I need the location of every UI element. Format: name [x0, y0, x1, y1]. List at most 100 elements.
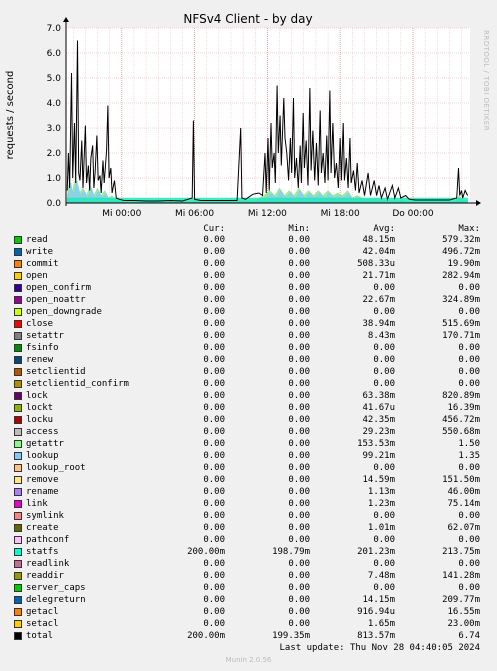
legend-row: lookup 0.00 0.00 99.21m 1.35 — [0, 450, 497, 462]
legend-label: getattr — [26, 439, 64, 449]
legend-label: setattr — [26, 331, 64, 341]
legend-swatch — [14, 464, 22, 472]
legend-min: 0.00 — [288, 583, 310, 593]
legend-min: 198.79m — [272, 547, 310, 557]
legend-cur: 0.00 — [203, 559, 225, 569]
legend-swatch — [14, 512, 22, 520]
legend-label: server_caps — [26, 583, 86, 593]
legend-swatch — [14, 236, 22, 244]
legend-swatch — [14, 596, 22, 604]
legend-max: 324.89m — [442, 295, 480, 305]
legend-min: 0.00 — [288, 391, 310, 401]
legend-swatch — [14, 380, 22, 388]
legend-label: locku — [26, 415, 54, 425]
legend-max: 515.69m — [442, 319, 480, 329]
y-tick-label: 0.0 — [47, 199, 62, 209]
x-tick-label: Mi 18:00 — [321, 209, 360, 219]
legend-label: read — [26, 235, 48, 245]
y-tick-label: 6.0 — [47, 49, 62, 59]
legend-avg: 0.00 — [373, 343, 395, 353]
legend-label: lookup_root — [26, 463, 86, 473]
legend-label: link — [26, 499, 48, 509]
legend-cur: 0.00 — [203, 475, 225, 485]
legend-min: 0.00 — [288, 319, 310, 329]
legend-cur: 0.00 — [203, 463, 225, 473]
legend-swatch — [14, 296, 22, 304]
plot-area — [66, 28, 470, 203]
x-tick-label: Mi 00:00 — [102, 209, 141, 219]
legend-max: 0.00 — [458, 355, 480, 365]
legend-max: 75.14m — [447, 499, 480, 509]
legend-min: 0.00 — [288, 379, 310, 389]
legend-cur: 0.00 — [203, 355, 225, 365]
legend-min: 0.00 — [288, 487, 310, 497]
legend-cur: 0.00 — [203, 487, 225, 497]
legend-min: 199.35m — [272, 631, 310, 641]
legend-max: 0.00 — [458, 307, 480, 317]
legend-avg: 916.94u — [357, 607, 395, 617]
legend-cur: 0.00 — [203, 619, 225, 629]
legend-row: delegreturn 0.00 0.00 14.15m 209.77m — [0, 594, 497, 606]
legend-avg: 41.67u — [362, 403, 395, 413]
legend-row: access 0.00 0.00 29.23m 550.68m — [0, 426, 497, 438]
legend-label: access — [26, 427, 59, 437]
legend-label: fsinfo — [26, 343, 59, 353]
legend-swatch — [14, 248, 22, 256]
legend-row: setattr 0.00 0.00 8.43m 170.71m — [0, 330, 497, 342]
x-tick-label: Mi 06:00 — [175, 209, 214, 219]
legend-row: lockt 0.00 0.00 41.67u 16.39m — [0, 402, 497, 414]
legend-min: 0.00 — [288, 535, 310, 545]
legend-swatch — [14, 404, 22, 412]
legend-cur: 0.00 — [203, 511, 225, 521]
legend-swatch — [14, 524, 22, 532]
chart-title: NFSv4 Client - by day — [183, 12, 312, 26]
y-axis-label: requests / second — [5, 71, 16, 160]
legend-row: rename 0.00 0.00 1.13m 46.00m — [0, 486, 497, 498]
legend-cur: 0.00 — [203, 523, 225, 533]
legend-avg: 8.43m — [367, 331, 395, 341]
legend-label: create — [26, 523, 59, 533]
legend-label: delegreturn — [26, 595, 86, 605]
legend-cur: 0.00 — [203, 307, 225, 317]
legend-cur: 0.00 — [203, 235, 225, 245]
legend-min: 0.00 — [288, 475, 310, 485]
legend-min: 0.00 — [288, 259, 310, 269]
legend-row: total 200.00m 199.35m 813.57m 6.74 — [0, 630, 497, 642]
legend-avg: 14.59m — [362, 475, 395, 485]
legend-max: 23.00m — [447, 619, 480, 629]
legend-cur: 0.00 — [203, 439, 225, 449]
legend-swatch — [14, 452, 22, 460]
legend-max: 282.94m — [442, 271, 480, 281]
legend-min: 0.00 — [288, 511, 310, 521]
legend-min: 0.00 — [288, 463, 310, 473]
legend-row: create 0.00 0.00 1.01m 62.07m — [0, 522, 497, 534]
x-tick-label: Mi 12:00 — [248, 209, 287, 219]
legend-min: 0.00 — [288, 559, 310, 569]
legend-avg: 0.00 — [373, 559, 395, 569]
legend-swatch — [14, 548, 22, 556]
legend-label: lock — [26, 391, 48, 401]
legend-avg: 0.00 — [373, 463, 395, 473]
legend-max: 16.39m — [447, 403, 480, 413]
legend-swatch — [14, 620, 22, 628]
legend-avg: 813.57m — [357, 631, 395, 641]
legend-max: 0.00 — [458, 583, 480, 593]
legend-max: 46.00m — [447, 487, 480, 497]
legend-row: lock 0.00 0.00 63.38m 820.89m — [0, 390, 497, 402]
legend-cur: 0.00 — [203, 595, 225, 605]
munin-version: Munin 2.0.56 — [225, 656, 272, 664]
legend-swatch — [14, 572, 22, 580]
legend-label: setclientid_confirm — [26, 379, 129, 389]
legend-label: total — [26, 631, 54, 641]
y-tick-label: 5.0 — [47, 74, 62, 84]
legend-row: renew 0.00 0.00 0.00 0.00 — [0, 354, 497, 366]
legend-row: setclientid 0.00 0.00 0.00 0.00 — [0, 366, 497, 378]
legend-min: 0.00 — [288, 415, 310, 425]
legend-label: write — [26, 247, 54, 257]
legend-avg: 7.48m — [367, 571, 395, 581]
legend-avg: 0.00 — [373, 535, 395, 545]
legend-max: 456.72m — [442, 415, 480, 425]
legend-row: link 0.00 0.00 1.23m 75.14m — [0, 498, 497, 510]
legend-avg: 153.53m — [357, 439, 395, 449]
legend-cur: 0.00 — [203, 415, 225, 425]
